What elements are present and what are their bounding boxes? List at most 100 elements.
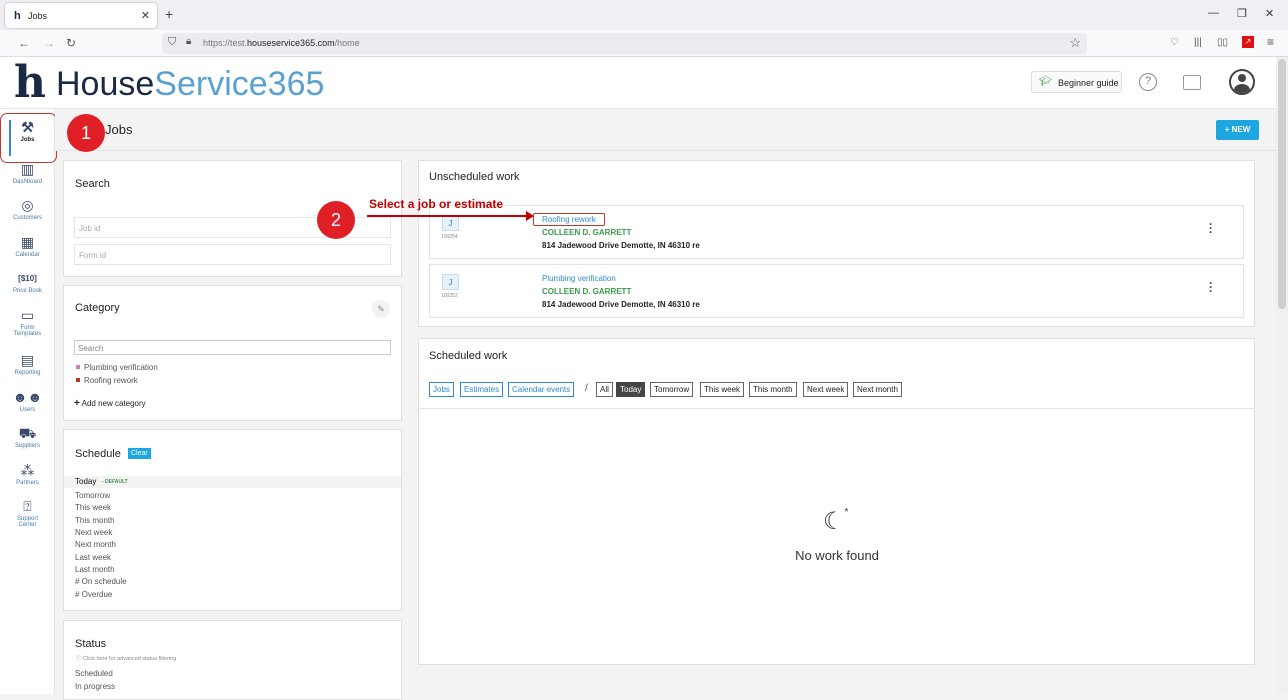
library-icon[interactable]: ||| [1194,37,1202,48]
schedule-item-next-week[interactable]: Next week [75,528,112,537]
form-id-input[interactable]: Form id [74,244,391,265]
clear-schedule-button[interactable]: Clear [128,448,151,459]
job-title-link[interactable]: Roofing rework [533,213,605,226]
job-address: 814 Jadewood Drive Demotte, IN 46310 re [542,300,700,309]
close-tab-icon[interactable]: ✕ [141,9,150,22]
files-icon[interactable] [1183,75,1201,90]
graduation-cap-icon: 🎓︎ [1039,76,1052,87]
category-search-input[interactable]: Search [74,340,391,355]
app-header: h HouseService365 🎓︎ Beginner guide ? [0,57,1276,109]
address-bar[interactable]: ⛉ 🔒︎ https://test.houseservice365.com/ho… [162,33,1087,54]
callout-arrow-head [526,211,534,221]
category-color-swatch [76,378,80,382]
category-item-plumbing[interactable]: Plumbing verification [76,363,158,372]
sidebar-item-jobs[interactable]: ⚒ Jobs [0,119,55,143]
sidebar-item-partners[interactable]: ⁂ Partners [0,462,55,486]
browser-tab-bar: h Jobs ✕ + — ❐ ✕ [0,0,1288,30]
schedule-item-next-month[interactable]: Next month [75,540,116,549]
more-options-icon[interactable]: · · · [1209,277,1213,297]
shield-icon[interactable]: ⛉ [168,36,176,49]
help-icon[interactable]: ? [1139,73,1157,91]
filter-next-week[interactable]: Next week [803,382,849,397]
job-type-badge: J [442,215,459,231]
browser-tab[interactable]: h Jobs ✕ [5,3,157,28]
browser-nav-bar: ← → ↻ ⛉ 🔒︎ https://test.houseservice365.… [0,30,1288,57]
sidebar-item-form-templates[interactable]: ▭ Form Templates [0,307,55,337]
schedule-item-last-month[interactable]: Last month [75,565,115,574]
logo[interactable]: HouseService365 [56,65,324,103]
filter-estimates[interactable]: Estimates [460,382,504,397]
job-card[interactable]: J 100254 Roofing rework COLLEEN D. GARRE… [429,205,1244,259]
forward-icon[interactable]: → [43,36,55,50]
schedule-item-today[interactable]: Today - DEFAULT [64,476,401,488]
schedule-item-this-month[interactable]: This month [75,516,115,525]
menu-icon[interactable]: ≡ [1267,35,1274,49]
job-address: 814 Jadewood Drive Demotte, IN 46310 re [542,241,700,250]
filter-next-month[interactable]: Next month [853,382,902,397]
filter-today[interactable]: Today [616,382,646,397]
sidebar-item-reporting[interactable]: ▤ Reporting [0,352,55,376]
minimize-icon[interactable]: — [1208,7,1219,19]
sidebar-item-dashboard[interactable]: ▥ Dashboard [0,161,55,185]
unscheduled-work-panel: Unscheduled work J 100254 Roofing rework… [418,160,1255,327]
target-icon: ◎ [21,197,34,213]
step-1-marker: 1 [67,114,105,152]
bar-chart-icon: ▥ [20,161,35,177]
scrollbar-thumb[interactable] [1278,59,1286,309]
close-window-icon[interactable]: ✕ [1265,7,1274,20]
job-customer[interactable]: COLLEEN D. GARRETT [542,228,631,237]
advanced-status-filter-link[interactable]: ⓘ Click here for advanced status filteri… [76,654,176,662]
job-card[interactable]: J 100252 Plumbing verification COLLEEN D… [429,264,1244,318]
schedule-item-this-week[interactable]: This week [75,503,111,512]
status-item-scheduled[interactable]: Scheduled [75,669,113,678]
filter-jobs[interactable]: Jobs [429,382,454,397]
price-tag-icon: [$10] [18,274,37,283]
restore-icon[interactable]: ❐ [1237,7,1247,20]
network-icon: ⁂ [20,462,35,478]
add-category-link[interactable]: + Add new category [74,398,146,409]
extension-icon[interactable]: ↗ [1242,36,1254,48]
job-number: 100254 [441,234,458,240]
sidebar-toggle-icon[interactable]: ▯▯ [1217,37,1228,48]
filter-all[interactable]: All [596,382,613,397]
sidebar-item-support-center[interactable]: ⍰ Support Center [0,498,55,528]
new-tab-icon[interactable]: + [165,6,173,22]
page-title: Jobs [105,122,133,137]
filter-this-month[interactable]: This month [749,382,797,397]
job-customer[interactable]: COLLEEN D. GARRETT [542,287,631,296]
schedule-item-tomorrow[interactable]: Tomorrow [75,491,110,500]
new-button[interactable]: + NEW [1216,120,1259,140]
filter-tomorrow[interactable]: Tomorrow [650,382,694,397]
logo-mark[interactable]: h [14,61,46,105]
beginner-guide-button[interactable]: 🎓︎ Beginner guide [1031,71,1122,93]
schedule-item-overdue[interactable]: # Overdue [75,590,112,599]
sidebar-item-price-book[interactable]: [$10] Price Book [0,270,55,294]
tools-icon: ⚒ [21,119,34,135]
job-title-link[interactable]: Plumbing verification [542,274,616,283]
sidebar-item-users[interactable]: ☻☻ Users [0,389,55,413]
sidebar-item-suppliers[interactable]: ⛟ Suppliers [0,425,55,449]
edit-category-icon[interactable]: ✎ [372,300,390,318]
bookmark-star-icon[interactable]: ☆ [1069,35,1081,51]
tab-title: Jobs [28,11,48,21]
scheduled-work-title: Scheduled work [429,350,508,362]
status-item-in-progress[interactable]: In progress [75,682,115,691]
category-item-roofing[interactable]: Roofing rework [76,376,138,385]
empty-state-text: No work found [795,548,879,563]
filter-this-week[interactable]: This week [700,382,745,397]
schedule-item-on-schedule[interactable]: # On schedule [75,577,127,586]
sidebar-item-calendar[interactable]: ▦ Calendar [0,234,55,258]
page-scrollbar[interactable] [1276,57,1288,694]
pocket-icon[interactable]: ♡ [1170,37,1179,48]
user-avatar[interactable] [1229,69,1255,95]
more-options-icon[interactable]: · · · [1209,218,1213,238]
reload-icon[interactable]: ↻ [66,36,76,50]
schedule-panel-title: Schedule [75,448,121,460]
back-icon[interactable]: ← [18,36,30,50]
lock-icon[interactable]: 🔒︎ [186,36,191,47]
job-number: 100252 [441,293,458,299]
schedule-item-last-week[interactable]: Last week [75,553,111,562]
filter-calendar-events[interactable]: Calendar events [508,382,575,397]
sidebar-item-customers[interactable]: ◎ Customers [0,197,55,221]
calendar-icon: ▦ [20,234,35,250]
